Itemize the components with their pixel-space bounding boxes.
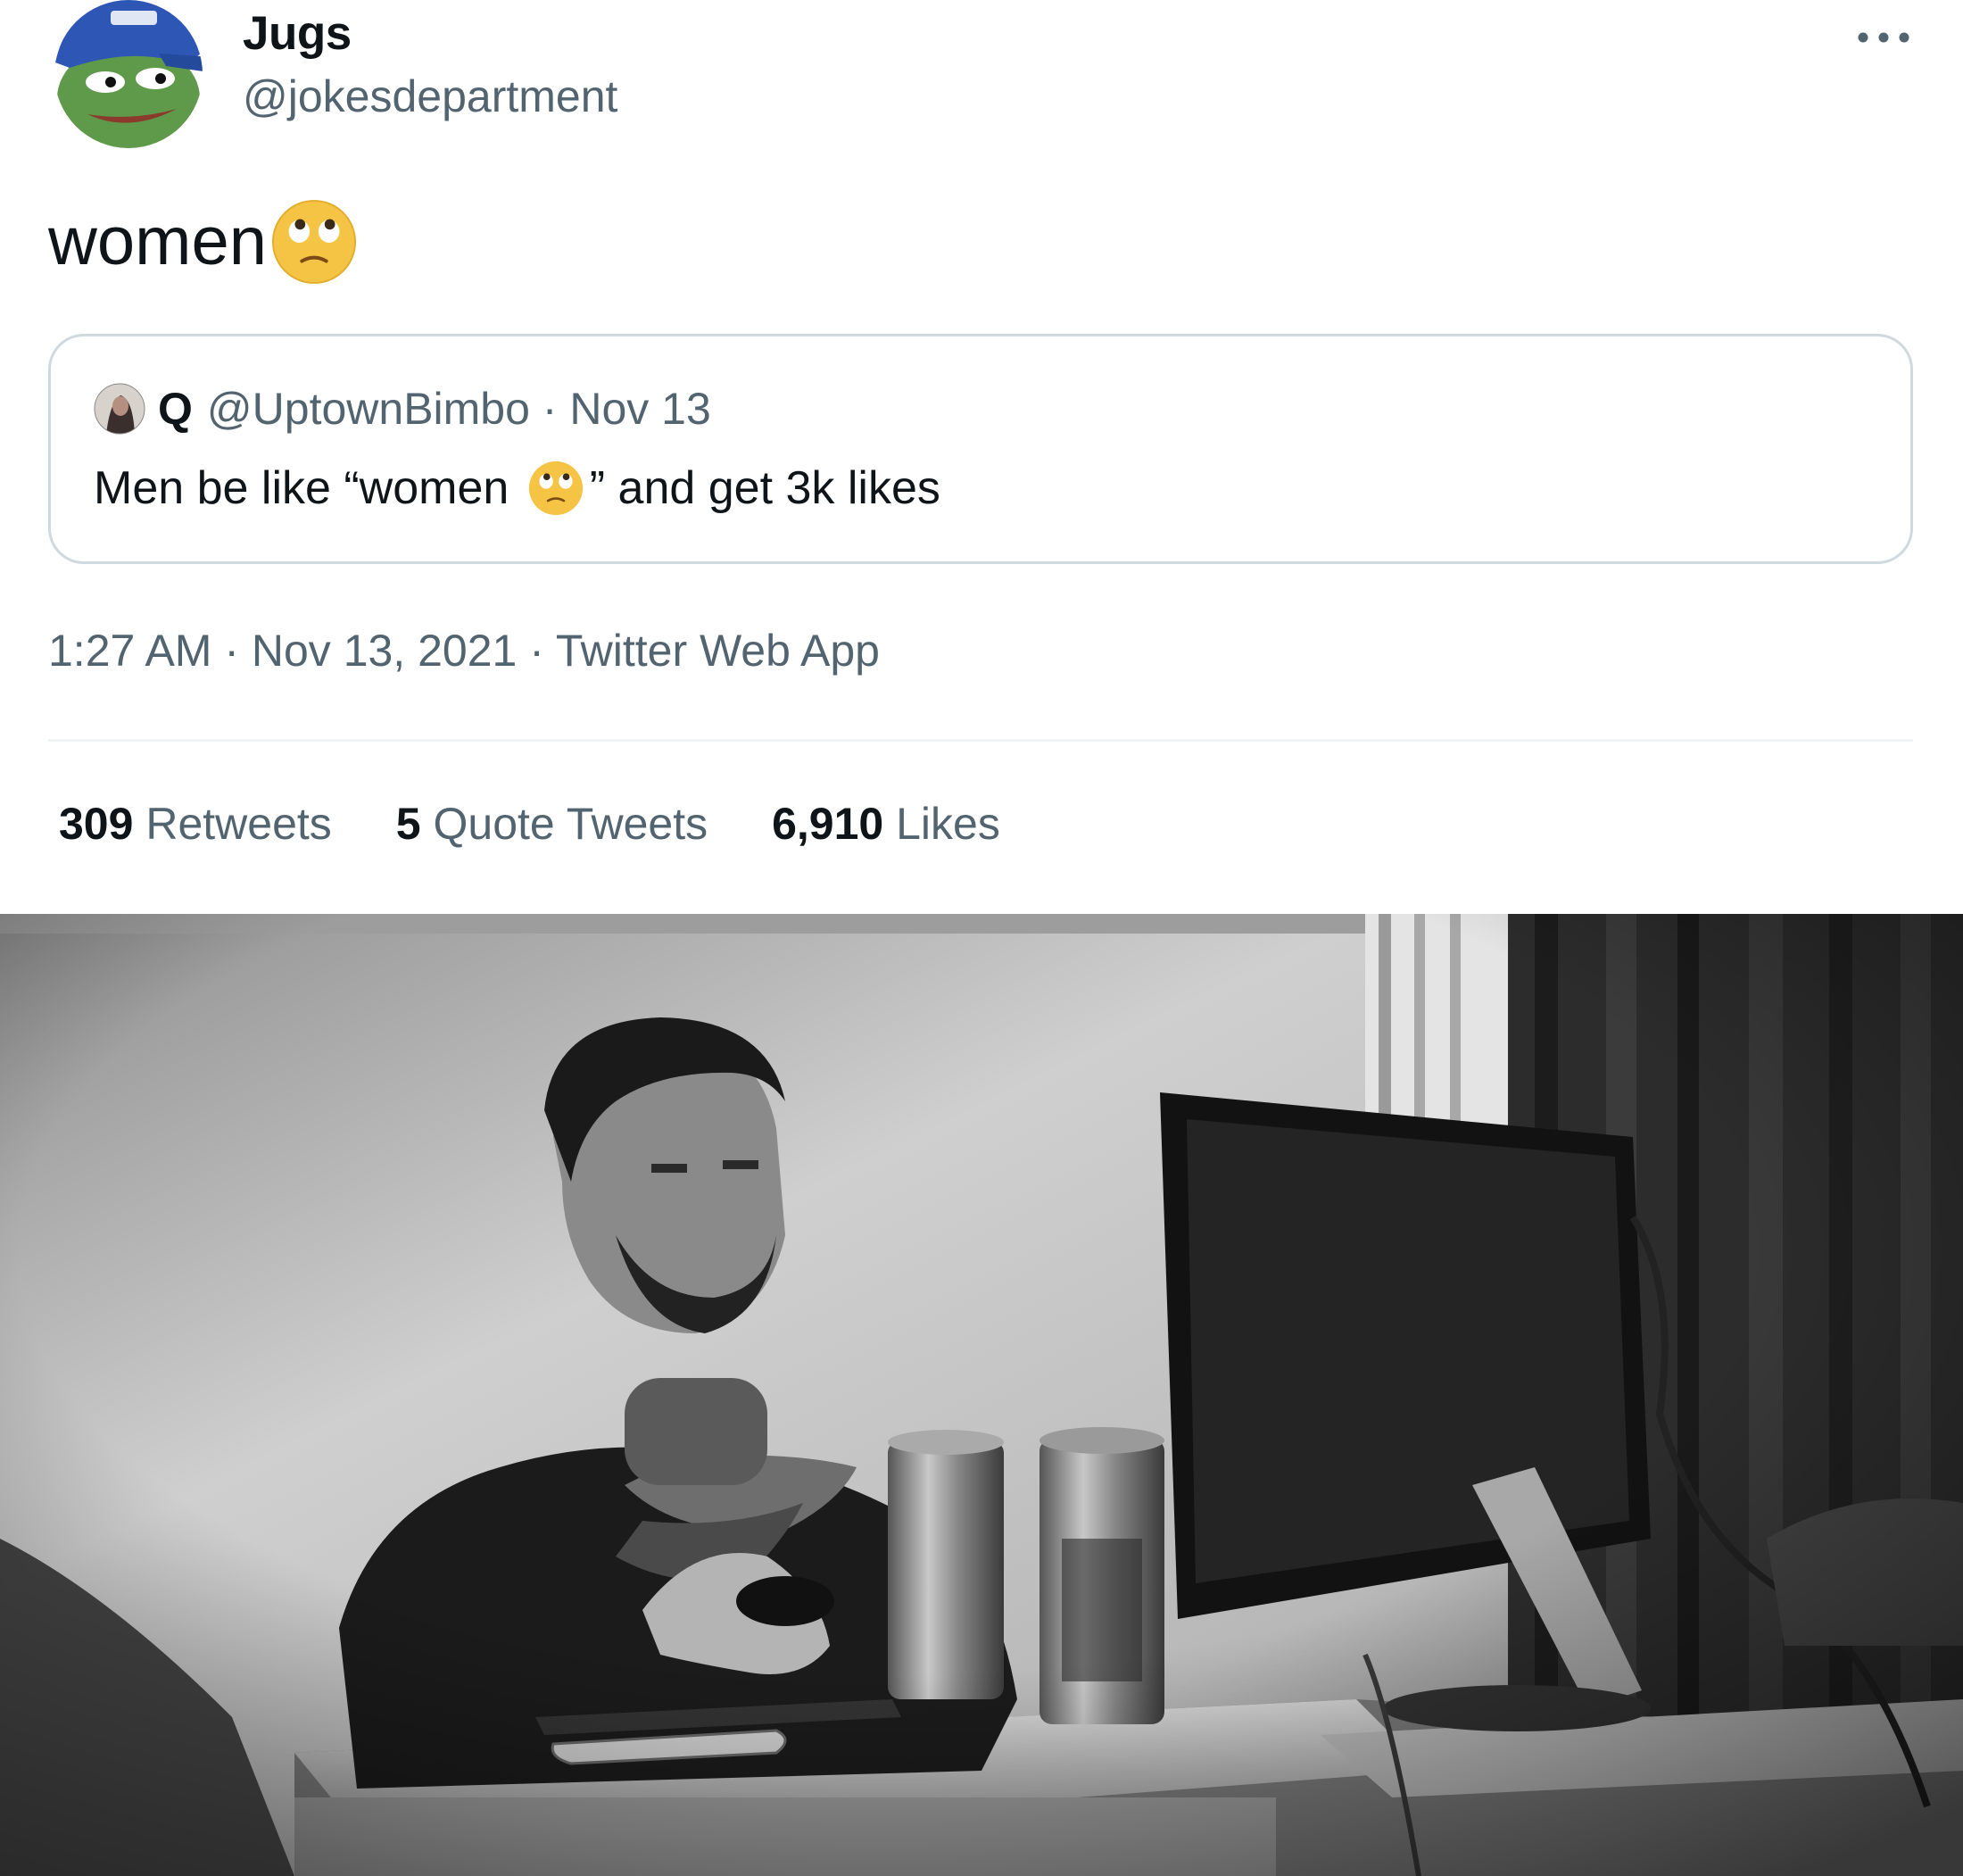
rolling-eyes-emoji-icon [271,199,357,285]
quoted-tweet[interactable]: Q @UptownBimbo · Nov 13 Men be like “wom… [48,334,1913,564]
quoted-avatar[interactable] [94,383,145,435]
tweet-card: Jugs @jokesdepartment women Q @UptownBim… [0,0,1963,910]
quoted-handle-date[interactable]: @UptownBimbo · Nov 13 [207,383,711,435]
stat-value: 309 [59,799,134,849]
quoted-tweet-text: Men be like “women ” and get 3k likes [94,460,940,517]
quoted-text-after: ” and get 3k likes [589,462,940,514]
stat-value: 6,910 [772,799,884,849]
stat-label: Quote Tweets [433,799,708,849]
tweet-timestamp[interactable]: 1:27 AM · Nov 13, 2021 · Twitter Web App [48,625,880,677]
quoted-display-name[interactable]: Q [158,383,193,435]
more-horizontal-icon[interactable] [1852,20,1915,55]
meme-photo [0,914,1963,1876]
rolling-eyes-emoji-icon [528,461,583,516]
stat-label: Retweets [145,799,332,849]
stat-retweets[interactable]: 309 Retweets [59,798,332,850]
divider [48,739,1913,742]
tweet-stats: 309 Retweets 5 Quote Tweets 6,910 Likes [59,798,1000,850]
tweet-author: Jugs @jokesdepartment [243,7,617,123]
display-name[interactable]: Jugs [243,7,617,61]
stat-label: Likes [896,799,1000,849]
stat-value: 5 [395,799,421,849]
stat-quote-tweets[interactable]: 5 Quote Tweets [396,798,708,850]
tweet-text: women [48,198,358,286]
profile-avatar[interactable] [52,0,205,148]
stat-likes[interactable]: 6,910 Likes [772,798,1000,850]
quoted-tweet-header: Q @UptownBimbo · Nov 13 [94,383,711,435]
user-handle[interactable]: @jokesdepartment [243,70,617,123]
quoted-text-before: Men be like “women [94,462,522,514]
tweet-text-content: women [48,203,267,279]
